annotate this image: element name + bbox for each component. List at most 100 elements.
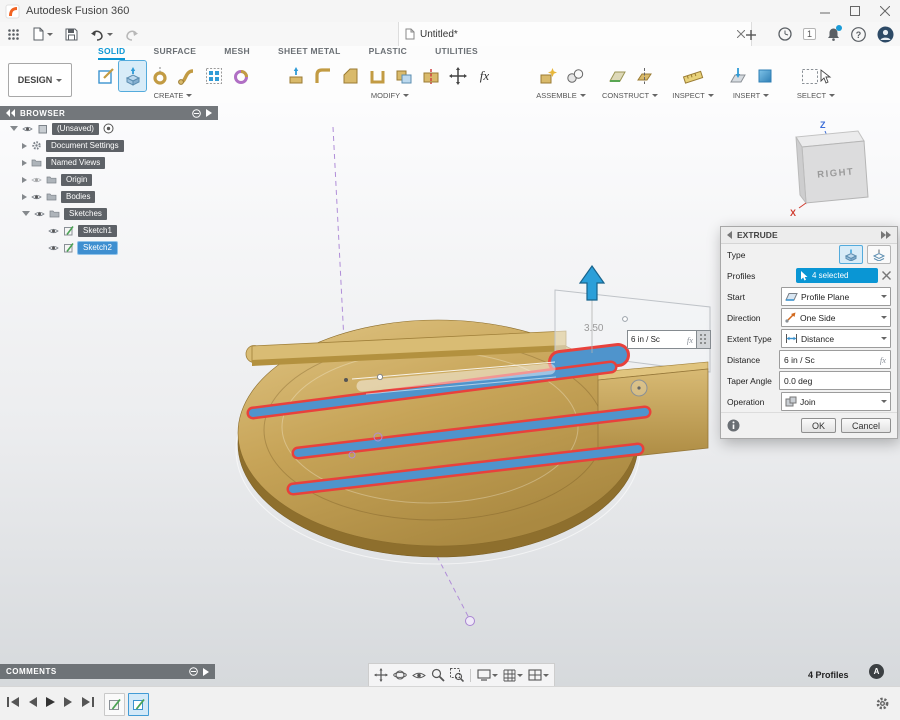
distance-mini-input[interactable]: 6 in / Sc fx [627, 330, 697, 349]
notifications-bell-icon[interactable] [827, 27, 840, 41]
tab-surface[interactable]: SURFACE [153, 46, 196, 60]
info-icon[interactable] [727, 419, 740, 432]
revolve-icon[interactable] [146, 61, 173, 91]
new-tab-button[interactable] [743, 24, 759, 46]
expand-toggle-icon[interactable] [22, 143, 27, 149]
press-pull-icon[interactable] [282, 61, 309, 91]
tab-plastic[interactable]: PLASTIC [369, 46, 407, 60]
distance-input[interactable]: 6 in / Sc fx [779, 350, 891, 369]
comments-panel[interactable]: COMMENTS [0, 664, 215, 679]
save-button[interactable] [62, 23, 81, 45]
change-parameters-icon[interactable]: fx [471, 61, 498, 91]
new-component-icon[interactable] [534, 61, 561, 91]
cancel-button[interactable]: Cancel [841, 418, 891, 433]
close-button[interactable] [870, 1, 900, 22]
go-to-start-button[interactable] [6, 696, 20, 708]
document-tab[interactable]: Untitled* [398, 22, 752, 46]
maximize-button[interactable] [840, 1, 870, 22]
expand-toggle-icon[interactable] [22, 160, 27, 166]
visibility-eye-icon[interactable] [34, 210, 45, 218]
browser-item-root[interactable]: (Unsaved) [0, 120, 218, 137]
browser-item-named-views[interactable]: Named Views [0, 154, 218, 171]
comments-expand-icon[interactable] [203, 668, 209, 676]
measure-icon[interactable] [680, 61, 707, 91]
workspace-switcher-button[interactable]: DESIGN [8, 63, 72, 97]
expand-toggle-icon[interactable] [22, 194, 27, 200]
visibility-eye-icon[interactable] [31, 193, 42, 201]
browser-header[interactable]: BROWSER [0, 106, 218, 120]
comments-filter-icon[interactable] [189, 667, 198, 676]
tab-sheet-metal[interactable]: SHEET METAL [278, 46, 341, 60]
tab-mesh[interactable]: MESH [224, 46, 250, 60]
pattern-icon[interactable] [200, 61, 227, 91]
direction-select[interactable]: One Side [781, 308, 891, 327]
visibility-eye-icon[interactable] [31, 176, 42, 184]
app-grid-menu-icon[interactable] [4, 23, 23, 45]
taper-angle-input[interactable]: 0.0 deg [779, 371, 891, 390]
modify-group-label[interactable]: MODIFY [371, 91, 409, 100]
view-cube[interactable]: Z RIGHT X [782, 117, 892, 219]
collapse-panel-icon[interactable] [6, 109, 15, 117]
timeline-sketch1-item[interactable] [104, 693, 125, 716]
profiles-selected-chip[interactable]: 4 selected [796, 268, 878, 283]
browser-item-sketch1[interactable]: Sketch1 [0, 222, 218, 239]
tab-solid[interactable]: SOLID [98, 46, 125, 60]
thin-extrude-type-button[interactable] [867, 245, 891, 264]
browser-item-sketch2[interactable]: Sketch2 [0, 239, 218, 256]
job-status-icon[interactable] [778, 27, 792, 41]
display-settings-icon[interactable] [476, 669, 499, 681]
play-button[interactable] [45, 696, 56, 708]
select-group-label[interactable]: SELECT [797, 91, 835, 100]
move-icon[interactable] [444, 61, 471, 91]
undo-button[interactable] [87, 23, 116, 45]
go-to-end-button[interactable] [81, 696, 95, 708]
fillet-icon[interactable] [309, 61, 336, 91]
minimize-button[interactable] [810, 1, 840, 22]
construction-plane-icon[interactable] [603, 61, 630, 91]
user-avatar[interactable] [877, 26, 894, 43]
construction-axis-icon[interactable] [630, 61, 657, 91]
timeline-sketch2-item[interactable] [128, 693, 149, 716]
dialog-dock-icon[interactable] [881, 231, 891, 239]
file-menu-button[interactable] [29, 23, 56, 45]
zoom-icon[interactable] [430, 668, 446, 682]
visibility-eye-icon[interactable] [22, 125, 33, 133]
coil-icon[interactable] [227, 61, 254, 91]
step-forward-button[interactable] [63, 696, 74, 708]
help-icon[interactable]: ? [851, 27, 866, 42]
rotate-handle-icon[interactable] [631, 380, 647, 396]
extent-type-select[interactable]: Distance [781, 329, 891, 348]
browser-item-bodies[interactable]: Bodies [0, 188, 218, 205]
clear-selection-icon[interactable] [882, 271, 891, 280]
active-component-radio-icon[interactable] [103, 123, 114, 134]
create-sketch-icon[interactable] [92, 61, 119, 91]
browser-expand-icon[interactable] [206, 109, 212, 117]
sweep-icon[interactable] [173, 61, 200, 91]
drag-grip-icon[interactable] [697, 330, 711, 349]
ok-button[interactable]: OK [801, 418, 836, 433]
insert-group-label[interactable]: INSERT [733, 91, 769, 100]
timeline-settings-gear-icon[interactable] [875, 696, 890, 711]
marker-a-icon[interactable]: A [869, 664, 884, 679]
browser-item-sketches[interactable]: Sketches [0, 205, 218, 222]
combine-icon[interactable] [390, 61, 417, 91]
dialog-header[interactable]: EXTRUDE [721, 227, 897, 244]
decal-icon[interactable] [751, 61, 778, 91]
visibility-eye-icon[interactable] [48, 227, 59, 235]
expand-toggle-icon[interactable] [22, 211, 30, 216]
create-group-label[interactable]: CREATE [154, 91, 193, 100]
dialog-collapse-icon[interactable] [727, 231, 732, 239]
browser-item-origin[interactable]: Origin [0, 171, 218, 188]
start-select[interactable]: Profile Plane [781, 287, 891, 306]
shell-icon[interactable] [363, 61, 390, 91]
canvas-area[interactable]: 3.50 BROWSER (Unsaved) Document S [0, 103, 900, 686]
orbit-icon[interactable] [392, 668, 408, 682]
expand-toggle-icon[interactable] [10, 126, 18, 131]
operation-select[interactable]: Join [781, 392, 891, 411]
pan-icon[interactable] [373, 668, 389, 682]
look-at-icon[interactable] [411, 670, 427, 681]
visibility-eye-icon[interactable] [48, 244, 59, 252]
zoom-window-icon[interactable] [449, 668, 465, 682]
select-icon[interactable] [796, 61, 836, 91]
extrude-icon[interactable] [119, 61, 146, 91]
